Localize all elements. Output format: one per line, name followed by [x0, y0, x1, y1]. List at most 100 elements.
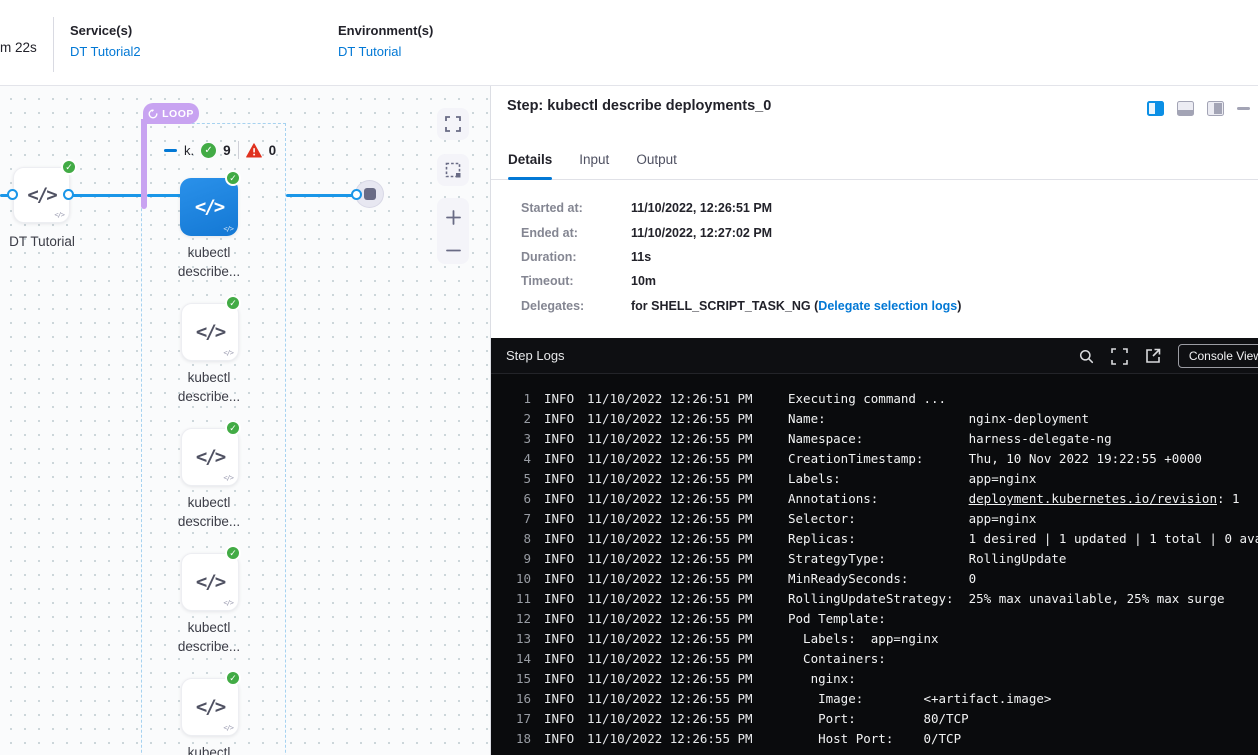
log-line: 5 INFO 11/10/2022 12:26:55 PM Labels: ap…	[491, 469, 1258, 489]
detail-value: 11/10/2022, 12:27:02 PM	[631, 226, 772, 240]
failure-count: 0	[269, 143, 277, 158]
node-dt-tutorial[interactable]: </> </>	[13, 167, 70, 223]
node-in-port[interactable]	[7, 189, 18, 200]
log-line-number: 16	[505, 689, 531, 709]
node-kubectl-describe-0[interactable]: </> </>	[180, 178, 238, 236]
zoom-in-icon[interactable]	[445, 209, 462, 226]
count-divider	[238, 141, 239, 159]
log-level: INFO	[544, 649, 581, 669]
shell-script-icon: </>	[27, 184, 55, 206]
log-line: 16 INFO 11/10/2022 12:26:55 PM Image: <+…	[491, 689, 1258, 709]
zoom-out-icon[interactable]	[445, 248, 462, 253]
log-timestamp: 11/10/2022 12:26:55 PM	[587, 609, 757, 629]
log-level: INFO	[544, 489, 581, 509]
log-line: 10 INFO 11/10/2022 12:26:55 PM MinReadyS…	[491, 569, 1258, 589]
tab-details[interactable]: Details	[508, 144, 552, 179]
log-line: 6 INFO 11/10/2022 12:26:55 PM Annotation…	[491, 489, 1258, 509]
layout-split-pane-icon[interactable]	[1207, 101, 1224, 116]
delegate-selection-logs-link[interactable]: Delegate selection logs	[818, 299, 957, 313]
canvas-select-button[interactable]	[437, 154, 469, 186]
log-line: 1 INFO 11/10/2022 12:26:51 PM Executing …	[491, 389, 1258, 409]
log-message: Labels: app=nginx	[788, 469, 1036, 489]
minimize-panel-icon[interactable]	[1237, 107, 1250, 110]
log-line-number: 7	[505, 509, 531, 529]
node-kubectl-describe-1[interactable]: </> </>	[181, 303, 239, 361]
log-line-number: 8	[505, 529, 531, 549]
detail-label: Duration:	[521, 250, 631, 264]
log-line-number: 13	[505, 629, 531, 649]
collapse-icon[interactable]	[164, 149, 177, 152]
mini-code-icon: </>	[223, 599, 233, 607]
mini-code-icon: </>	[223, 474, 233, 482]
log-line-number: 1	[505, 389, 531, 409]
loop-icon	[148, 109, 158, 119]
log-level: INFO	[544, 449, 581, 469]
detail-value: for SHELL_SCRIPT_TASK_NG (Delegate selec…	[631, 299, 961, 313]
log-level: INFO	[544, 429, 581, 449]
node-kubectl-describe-2[interactable]: </> </>	[181, 428, 239, 486]
log-line-number: 5	[505, 469, 531, 489]
failure-warning-icon	[246, 143, 262, 158]
log-open-new-tab-icon[interactable]	[1145, 348, 1161, 364]
pipeline-graph-canvas[interactable]: LOOP k. ✓ 9 0 </> </> ✓ DT Tutorial </> …	[0, 86, 490, 755]
environment-link[interactable]: DT Tutorial	[338, 44, 433, 59]
log-message: Namespace: harness-delegate-ng	[788, 429, 1112, 449]
log-message: Image: <+artifact.image>	[788, 689, 1051, 709]
log-line: 8 INFO 11/10/2022 12:26:55 PM Replicas: …	[491, 529, 1258, 549]
log-search-icon[interactable]	[1079, 349, 1094, 364]
log-fullscreen-icon[interactable]	[1111, 348, 1128, 365]
log-annotation-link[interactable]: deployment.kubernetes.io/revision	[969, 491, 1217, 506]
loop-badge[interactable]: LOOP	[143, 103, 199, 124]
tab-input[interactable]: Input	[579, 144, 609, 179]
node-out-port[interactable]	[63, 189, 74, 200]
log-level: INFO	[544, 729, 581, 749]
tab-output[interactable]: Output	[636, 144, 677, 179]
node-label: kubectldescribe...	[161, 618, 257, 656]
log-timestamp: 11/10/2022 12:26:55 PM	[587, 449, 757, 469]
log-line-number: 12	[505, 609, 531, 629]
node-success-badge: ✓	[225, 670, 241, 686]
detail-label: Started at:	[521, 201, 631, 215]
node-kubectl-describe-4[interactable]: </> </>	[181, 678, 239, 736]
console-view-button[interactable]: Console View	[1178, 344, 1258, 368]
log-line-number: 10	[505, 569, 531, 589]
detail-row: Ended at: 11/10/2022, 12:27:02 PM	[521, 220, 961, 244]
log-timestamp: 11/10/2022 12:26:55 PM	[587, 689, 757, 709]
loop-badge-label: LOOP	[162, 108, 194, 120]
service-link[interactable]: DT Tutorial2	[70, 44, 141, 59]
log-line-number: 2	[505, 409, 531, 429]
log-message: CreationTimestamp: Thu, 10 Nov 2022 19:2…	[788, 449, 1202, 469]
detail-label: Ended at:	[521, 226, 631, 240]
log-timestamp: 11/10/2022 12:26:55 PM	[587, 429, 757, 449]
log-level: INFO	[544, 389, 581, 409]
log-level: INFO	[544, 469, 581, 489]
layout-right-pane-icon[interactable]	[1147, 101, 1164, 116]
log-line: 14 INFO 11/10/2022 12:26:55 PM Container…	[491, 649, 1258, 669]
end-node-port[interactable]	[351, 189, 362, 200]
step-detail-fields: Started at: 11/10/2022, 12:26:51 PM Ende…	[521, 196, 961, 318]
mini-code-icon: </>	[54, 211, 64, 219]
log-level: INFO	[544, 609, 581, 629]
canvas-fullscreen-button[interactable]	[437, 108, 469, 140]
log-line-number: 17	[505, 709, 531, 729]
node-label: DT Tutorial	[0, 232, 90, 251]
log-line-number: 9	[505, 549, 531, 569]
layout-bottom-pane-icon[interactable]	[1177, 101, 1194, 116]
log-line: 11 INFO 11/10/2022 12:26:55 PM RollingUp…	[491, 589, 1258, 609]
detail-row: Duration: 11s	[521, 245, 961, 269]
shell-script-icon: </>	[195, 196, 223, 218]
log-timestamp: 11/10/2022 12:26:55 PM	[587, 549, 757, 569]
node-kubectl-describe-3[interactable]: </> </>	[181, 553, 239, 611]
shell-script-icon: </>	[196, 446, 224, 468]
log-console[interactable]: 1 INFO 11/10/2022 12:26:51 PM Executing …	[491, 375, 1258, 755]
log-timestamp: 11/10/2022 12:26:51 PM	[587, 389, 757, 409]
log-message: MinReadySeconds: 0	[788, 569, 976, 589]
log-timestamp: 11/10/2022 12:26:55 PM	[587, 409, 757, 429]
detail-value: 11/10/2022, 12:26:51 PM	[631, 201, 772, 215]
shell-script-icon: </>	[196, 696, 224, 718]
log-line: 18 INFO 11/10/2022 12:26:55 PM Host Port…	[491, 729, 1258, 749]
shell-script-icon: </>	[196, 571, 224, 593]
pipeline-duration: m 22s	[0, 40, 37, 55]
log-level: INFO	[544, 409, 581, 429]
log-timestamp: 11/10/2022 12:26:55 PM	[587, 649, 757, 669]
